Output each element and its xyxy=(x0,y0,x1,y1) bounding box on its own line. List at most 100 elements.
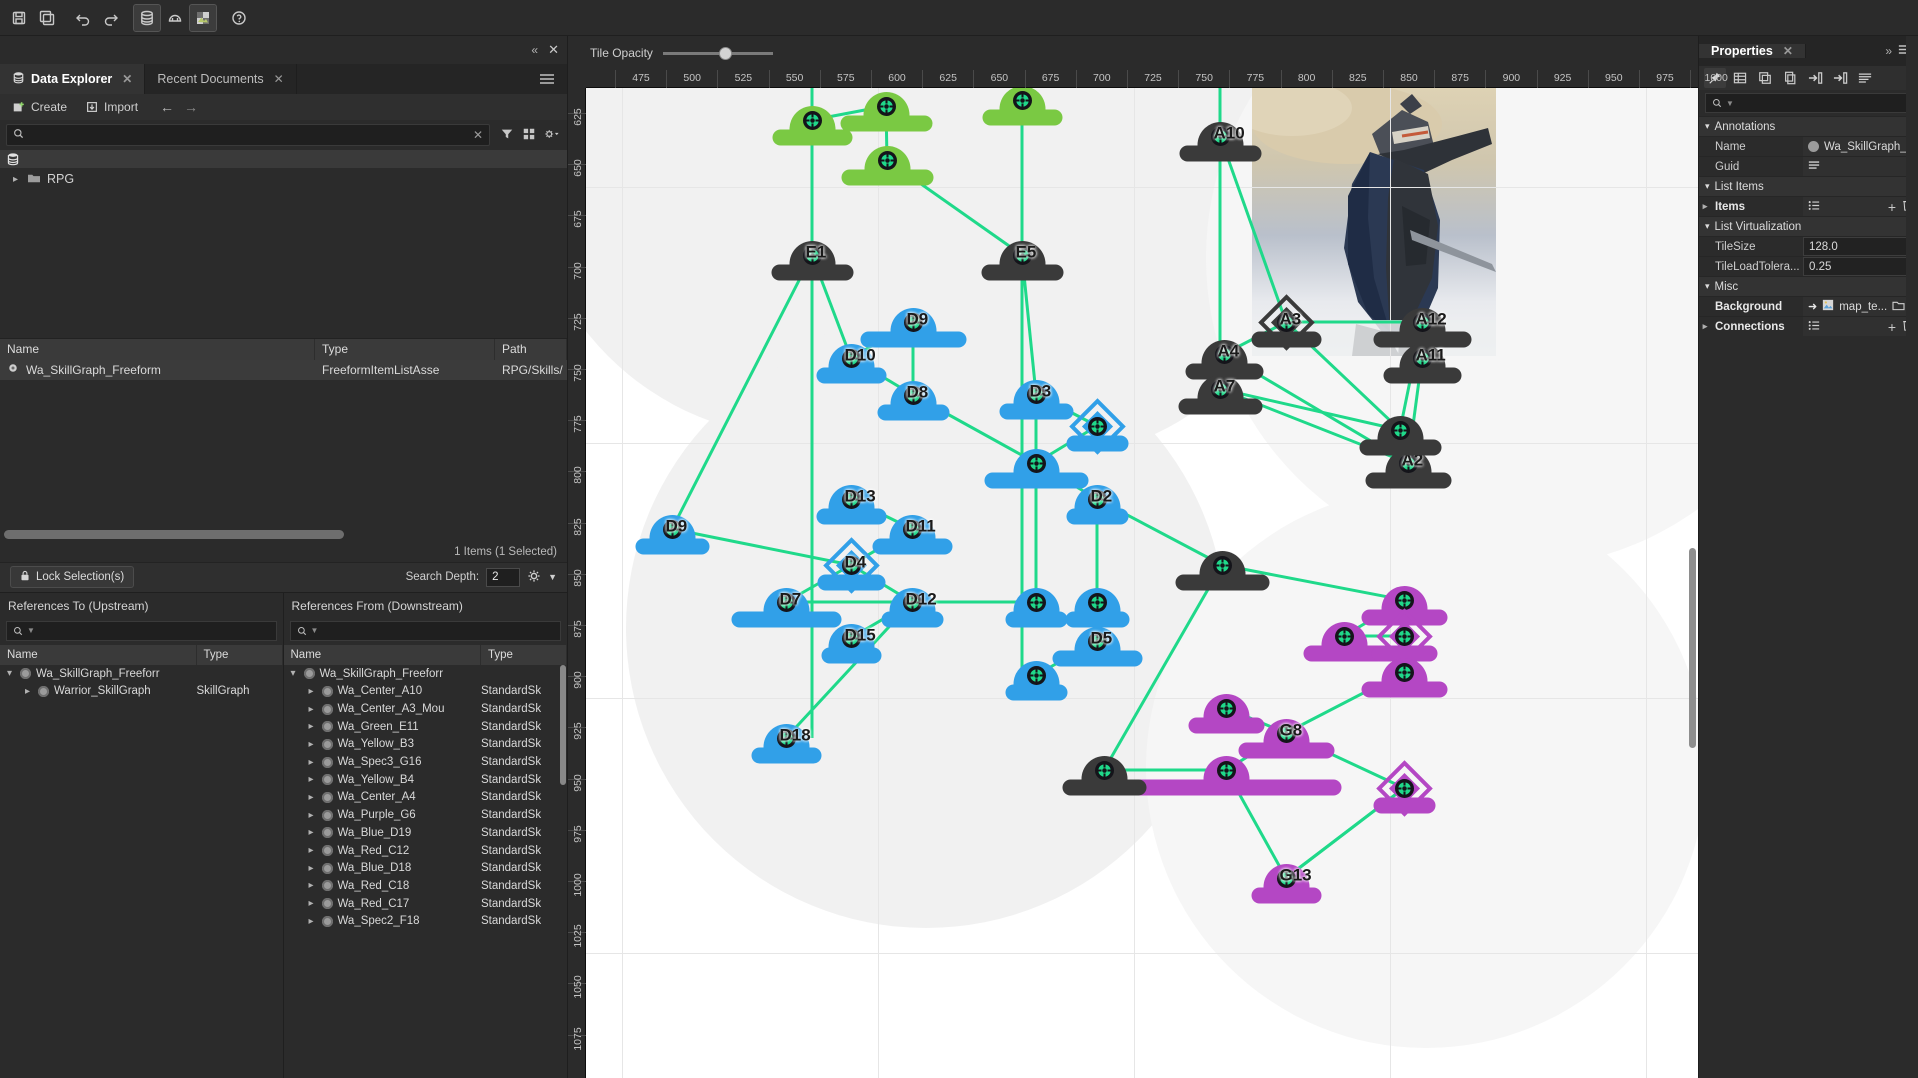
add-connection-icon[interactable] xyxy=(877,97,896,116)
chevron-right-icon[interactable]: ▸ xyxy=(10,174,21,185)
redo-icon[interactable] xyxy=(98,5,124,31)
chevron-down-icon[interactable]: ▼ xyxy=(311,626,319,635)
list-item[interactable]: ▸Wa_Spec3_G16StandardSk xyxy=(284,753,568,771)
skill-node[interactable]: A12 xyxy=(1422,322,1423,323)
add-connection-icon[interactable] xyxy=(1213,556,1232,575)
search-depth-input[interactable]: 2 xyxy=(486,568,520,587)
chevron-down-icon[interactable]: ▼ xyxy=(548,572,557,582)
skill-node[interactable]: A10 xyxy=(1220,136,1221,137)
list-item[interactable]: ▸Wa_Red_C18StandardSk xyxy=(284,877,568,895)
skill-node[interactable]: D15 xyxy=(851,638,852,639)
close-icon[interactable]: ✕ xyxy=(274,72,284,86)
chevron-down-icon[interactable]: ▾ xyxy=(1705,181,1710,192)
add-connection-icon[interactable] xyxy=(1088,593,1107,612)
skill-node[interactable] xyxy=(1036,675,1037,676)
chevron-right-icon[interactable]: ▸ xyxy=(1699,201,1711,212)
property-group-misc[interactable]: ▾Misc xyxy=(1699,276,1918,296)
chevron-right-icon[interactable]: ▸ xyxy=(306,810,317,821)
chevron-right-icon[interactable]: ▸ xyxy=(306,774,317,785)
list-item[interactable]: ▸Wa_Blue_D18StandardSk xyxy=(284,859,568,877)
list-item[interactable]: ▸Wa_Spec2_F18StandardSk xyxy=(284,912,568,930)
skill-node[interactable]: A11 xyxy=(1422,358,1423,359)
create-button[interactable]: Create xyxy=(8,98,71,116)
add-connection-icon[interactable] xyxy=(1395,627,1414,646)
add-connection-icon[interactable] xyxy=(1217,761,1236,780)
references-settings-icon[interactable] xyxy=(527,569,541,586)
help-icon[interactable] xyxy=(226,5,252,31)
undo-icon[interactable] xyxy=(70,5,96,31)
column-header-name[interactable]: Name xyxy=(0,645,197,665)
skill-node[interactable]: A4 xyxy=(1224,354,1225,355)
chevron-right-icon[interactable]: ▸ xyxy=(306,704,317,715)
search-input[interactable]: ✕ xyxy=(6,124,490,146)
skill-node[interactable]: D9 xyxy=(913,322,914,323)
list-item[interactable]: ▾Wa_SkillGraph_Freeforr xyxy=(284,665,568,683)
skill-node[interactable] xyxy=(1404,636,1405,637)
skill-node[interactable]: D4 xyxy=(851,565,852,566)
tile-opacity-slider[interactable] xyxy=(663,46,773,60)
expand-all-icon[interactable] xyxy=(1829,68,1851,88)
skill-node[interactable] xyxy=(1226,708,1227,709)
plugin-icon[interactable] xyxy=(162,5,188,31)
list-item[interactable]: ▸Wa_Green_E11StandardSk xyxy=(284,718,568,736)
skill-node[interactable] xyxy=(1400,430,1401,431)
skill-node[interactable] xyxy=(1404,788,1405,789)
close-icon[interactable]: ✕ xyxy=(1783,44,1793,58)
add-connection-icon[interactable] xyxy=(1395,779,1414,798)
skill-node[interactable]: A3 xyxy=(1286,322,1287,323)
add-connection-icon[interactable] xyxy=(1217,699,1236,718)
skill-node[interactable] xyxy=(1097,426,1098,427)
close-icon[interactable]: ✕ xyxy=(122,72,132,86)
add-connection-icon[interactable] xyxy=(1027,666,1046,685)
list-item[interactable]: ▸Wa_Yellow_B3StandardSk xyxy=(284,736,568,754)
list-item[interactable]: ▸Wa_Blue_D19StandardSk xyxy=(284,824,568,842)
chevron-right-icon[interactable]: ▸ xyxy=(306,827,317,838)
add-connection-icon[interactable] xyxy=(1013,91,1032,110)
skill-node[interactable]: D11 xyxy=(912,529,913,530)
property-group-list-virtualization[interactable]: ▾List Virtualization xyxy=(1699,216,1918,236)
skill-node[interactable]: G8 xyxy=(1286,733,1287,734)
skill-node[interactable]: G13 xyxy=(1286,878,1287,879)
properties-search-input[interactable]: ▼ xyxy=(1705,93,1912,113)
add-connection-icon[interactable] xyxy=(1395,591,1414,610)
skill-node[interactable] xyxy=(1222,565,1223,566)
chevron-down-icon[interactable]: ▾ xyxy=(1705,121,1710,132)
save-icon[interactable] xyxy=(6,5,32,31)
add-connection-icon[interactable] xyxy=(1391,421,1410,440)
skill-node[interactable] xyxy=(1022,100,1023,101)
chevron-right-icon[interactable]: ▸ xyxy=(306,916,317,927)
back-icon[interactable]: ← xyxy=(160,99,174,115)
vertical-ruler[interactable]: 6256506757007257507758008258508759009259… xyxy=(568,88,586,1078)
skill-node[interactable]: D10 xyxy=(851,358,852,359)
panel-menu-icon[interactable] xyxy=(527,64,567,94)
view-settings-icon[interactable] xyxy=(544,127,559,144)
skill-node[interactable] xyxy=(1104,770,1105,771)
skill-node[interactable]: D9 xyxy=(672,529,673,530)
chevron-right-icon[interactable]: ▸ xyxy=(306,792,317,803)
grid-view-icon[interactable] xyxy=(522,127,536,144)
skill-node[interactable] xyxy=(812,120,813,121)
database-icon[interactable] xyxy=(134,5,160,31)
add-connection-icon[interactable] xyxy=(1095,761,1114,780)
skill-node[interactable] xyxy=(1036,602,1037,603)
skill-node[interactable] xyxy=(1097,602,1098,603)
add-connection-icon[interactable] xyxy=(1027,593,1046,612)
downstream-search-input[interactable]: ▼ xyxy=(290,621,562,641)
browse-icon[interactable] xyxy=(1892,300,1905,314)
property-group-annotations[interactable]: ▾Annotations xyxy=(1699,116,1918,136)
tab-data-explorer[interactable]: Data Explorer ✕ xyxy=(0,64,145,94)
downstream-scrollbar[interactable] xyxy=(560,665,566,785)
save-all-icon[interactable] xyxy=(34,5,60,31)
list-icon[interactable] xyxy=(1808,160,1820,174)
column-header-path[interactable]: Path xyxy=(495,339,567,360)
asset-hscrollbar[interactable] xyxy=(0,528,567,542)
chevron-down-icon[interactable]: ▾ xyxy=(288,668,299,679)
chevron-down-icon[interactable]: ▾ xyxy=(4,668,15,679)
skill-node[interactable] xyxy=(1344,636,1345,637)
skill-graph-canvas[interactable]: E1E5A10A3A12A4A11A7A2D9D10D8D3D2D13D11D9… xyxy=(586,88,1698,1078)
chevron-right-icon[interactable]: ▸ xyxy=(306,880,317,891)
list-item[interactable]: ▸Wa_Center_A10StandardSk xyxy=(284,682,568,700)
list-item[interactable]: ▸Wa_Red_C12StandardSk xyxy=(284,842,568,860)
skill-node[interactable] xyxy=(1036,463,1037,464)
skill-node[interactable] xyxy=(886,106,887,107)
